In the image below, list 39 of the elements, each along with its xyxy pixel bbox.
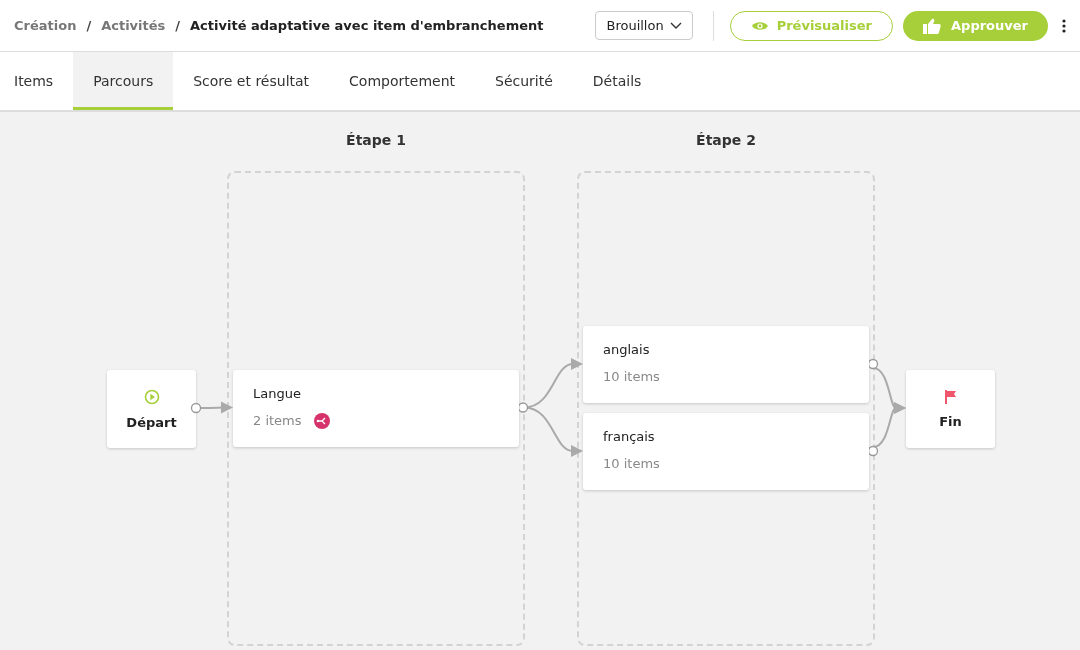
- tab[interactable]: Comportement: [329, 52, 475, 110]
- flag-icon: [944, 389, 957, 404]
- item-count: 10 items: [603, 456, 660, 471]
- tab[interactable]: Sécurité: [475, 52, 573, 110]
- node-label: Départ: [126, 414, 177, 430]
- tab[interactable]: Items: [0, 52, 74, 110]
- breadcrumb-separator: /: [86, 18, 92, 33]
- tab[interactable]: Parcours: [73, 52, 174, 110]
- connector-port[interactable]: [867, 358, 879, 370]
- thumbs-up-icon: [923, 17, 941, 34]
- node-title: Langue: [253, 385, 302, 401]
- tab[interactable]: Score et résultat: [173, 52, 330, 110]
- status-dropdown[interactable]: Brouillon: [595, 11, 693, 40]
- connector-arrow: [200, 401, 233, 414]
- node-label: Fin: [939, 413, 962, 429]
- connector-port[interactable]: [867, 445, 879, 457]
- stage-title: Étape 2: [695, 132, 757, 148]
- connector-arrow: [872, 402, 906, 448]
- node-title: français: [603, 429, 656, 444]
- more-options-icon[interactable]: [1062, 18, 1066, 33]
- connector-port[interactable]: [190, 402, 202, 414]
- stage-title: Étape 1: [345, 132, 407, 148]
- breadcrumb-separator: /: [175, 18, 181, 33]
- tab[interactable]: Détails: [572, 52, 662, 110]
- end-node[interactable]: Fin: [906, 370, 995, 448]
- item-count: 2 items: [253, 413, 302, 428]
- chevron-down-icon: [669, 21, 682, 30]
- activity-node[interactable]: français 10 items: [583, 413, 869, 490]
- breadcrumb-link[interactable]: Activités: [101, 18, 166, 33]
- connector-port[interactable]: [517, 402, 529, 413]
- item-count: 10 items: [603, 369, 660, 384]
- activity-node[interactable]: Langue 2 items: [233, 369, 519, 447]
- eye-icon: [750, 19, 769, 32]
- start-node[interactable]: Départ: [107, 370, 196, 448]
- activity-node[interactable]: anglais 10 items: [583, 326, 869, 403]
- breadcrumb-link[interactable]: Création: [14, 18, 77, 33]
- play-circle-icon: [143, 388, 160, 405]
- breadcrumb-current: Activité adaptative avec item d'embranchement: [190, 18, 544, 33]
- node-title: anglais: [603, 342, 651, 357]
